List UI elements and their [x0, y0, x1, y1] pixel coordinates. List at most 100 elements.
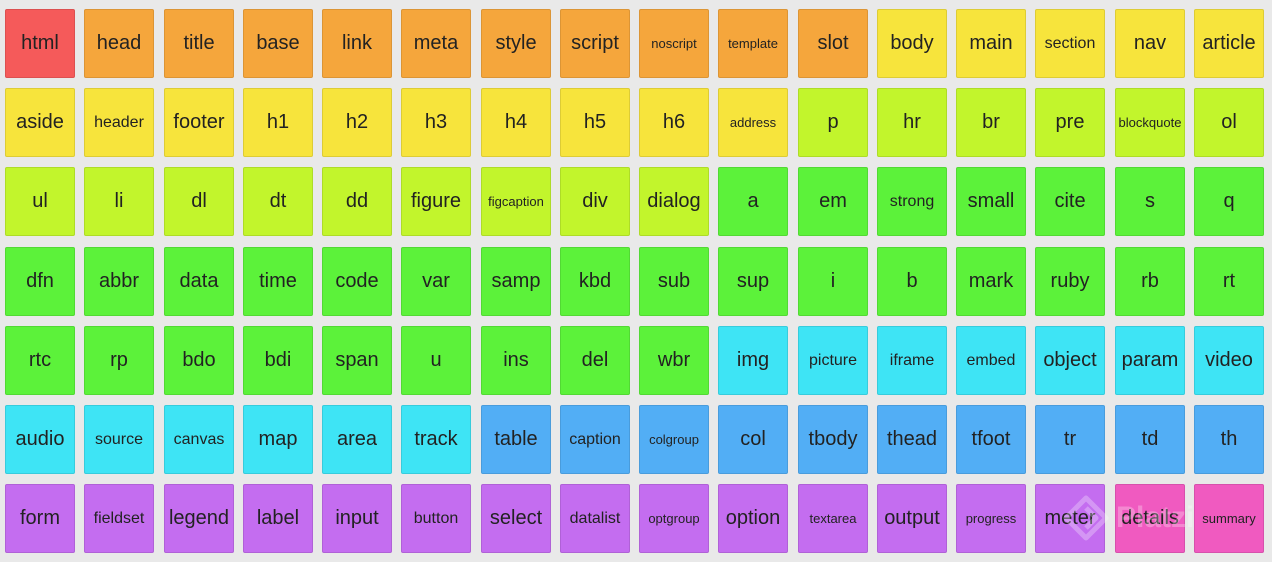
tile-img: img: [718, 326, 788, 395]
tile-cite: cite: [1035, 167, 1105, 236]
tile-summary: summary: [1194, 484, 1264, 553]
tile-dialog: dialog: [639, 167, 709, 236]
tile-rb: rb: [1115, 247, 1185, 316]
tile-figure: figure: [401, 167, 471, 236]
tile-form: form: [5, 484, 75, 553]
tile-time: time: [243, 247, 313, 316]
tile-video: video: [1194, 326, 1264, 395]
tile-th: th: [1194, 405, 1264, 474]
tile-col: col: [718, 405, 788, 474]
tile-datalist: datalist: [560, 484, 630, 553]
tile-section: section: [1035, 9, 1105, 78]
tile-style: style: [481, 9, 551, 78]
tile-object: object: [1035, 326, 1105, 395]
tile-param: param: [1115, 326, 1185, 395]
tile-samp: samp: [481, 247, 551, 316]
tile-h2: h2: [322, 88, 392, 157]
tile-tr: tr: [1035, 405, 1105, 474]
tile-em: em: [798, 167, 868, 236]
tile-colgroup: colgroup: [639, 405, 709, 474]
tile-ins: ins: [481, 326, 551, 395]
tile-meter: meter: [1035, 484, 1105, 553]
tile-b: b: [877, 247, 947, 316]
tile-ol: ol: [1194, 88, 1264, 157]
tile-sup: sup: [718, 247, 788, 316]
tile-map: map: [243, 405, 313, 474]
tile-body: body: [877, 9, 947, 78]
tile-slot: slot: [798, 9, 868, 78]
tile-area: area: [322, 405, 392, 474]
tile-mark: mark: [956, 247, 1026, 316]
tile-table: table: [481, 405, 551, 474]
tile-legend: legend: [164, 484, 234, 553]
tile-strong: strong: [877, 167, 947, 236]
tile-td: td: [1115, 405, 1185, 474]
tile-textarea: textarea: [798, 484, 868, 553]
tile-blockquote: blockquote: [1115, 88, 1185, 157]
tile-link: link: [322, 9, 392, 78]
tile-del: del: [560, 326, 630, 395]
tile-rtc: rtc: [5, 326, 75, 395]
tile-dt: dt: [243, 167, 313, 236]
tile-dl: dl: [164, 167, 234, 236]
tile-ul: ul: [5, 167, 75, 236]
tile-option: option: [718, 484, 788, 553]
tile-footer: footer: [164, 88, 234, 157]
tile-small: small: [956, 167, 1026, 236]
tile-iframe: iframe: [877, 326, 947, 395]
tile-dd: dd: [322, 167, 392, 236]
tile-q: q: [1194, 167, 1264, 236]
tile-rt: rt: [1194, 247, 1264, 316]
tile-article: article: [1194, 9, 1264, 78]
tile-picture: picture: [798, 326, 868, 395]
tile-input: input: [322, 484, 392, 553]
tile-title: title: [164, 9, 234, 78]
tile-a: a: [718, 167, 788, 236]
tile-s: s: [1115, 167, 1185, 236]
tile-u: u: [401, 326, 471, 395]
tile-details: details: [1115, 484, 1185, 553]
tile-nav: nav: [1115, 9, 1185, 78]
tile-h4: h4: [481, 88, 551, 157]
tile-optgroup: optgroup: [639, 484, 709, 553]
tile-li: li: [84, 167, 154, 236]
tile-tbody: tbody: [798, 405, 868, 474]
tile-wbr: wbr: [639, 326, 709, 395]
tile-code: code: [322, 247, 392, 316]
tile-tfoot: tfoot: [956, 405, 1026, 474]
tile-br: br: [956, 88, 1026, 157]
tile-i: i: [798, 247, 868, 316]
tile-track: track: [401, 405, 471, 474]
tile-label: label: [243, 484, 313, 553]
tile-script: script: [560, 9, 630, 78]
tile-h5: h5: [560, 88, 630, 157]
tile-header: header: [84, 88, 154, 157]
tile-html: html: [5, 9, 75, 78]
tile-rp: rp: [84, 326, 154, 395]
tile-h1: h1: [243, 88, 313, 157]
tile-head: head: [84, 9, 154, 78]
tile-main: main: [956, 9, 1026, 78]
tile-abbr: abbr: [84, 247, 154, 316]
tile-p: p: [798, 88, 868, 157]
tile-bdi: bdi: [243, 326, 313, 395]
tile-ruby: ruby: [1035, 247, 1105, 316]
tile-button: button: [401, 484, 471, 553]
tile-div: div: [560, 167, 630, 236]
tile-canvas: canvas: [164, 405, 234, 474]
tile-kbd: kbd: [560, 247, 630, 316]
tile-select: select: [481, 484, 551, 553]
tile-hr: hr: [877, 88, 947, 157]
tile-data: data: [164, 247, 234, 316]
tile-audio: audio: [5, 405, 75, 474]
tile-aside: aside: [5, 88, 75, 157]
tile-embed: embed: [956, 326, 1026, 395]
tile-noscript: noscript: [639, 9, 709, 78]
tile-progress: progress: [956, 484, 1026, 553]
tile-h6: h6: [639, 88, 709, 157]
tile-address: address: [718, 88, 788, 157]
tile-h3: h3: [401, 88, 471, 157]
html-elements-grid: html head title base link meta style script nosc…: [0, 0, 1272, 562]
tile-thead: thead: [877, 405, 947, 474]
tile-dfn: dfn: [5, 247, 75, 316]
